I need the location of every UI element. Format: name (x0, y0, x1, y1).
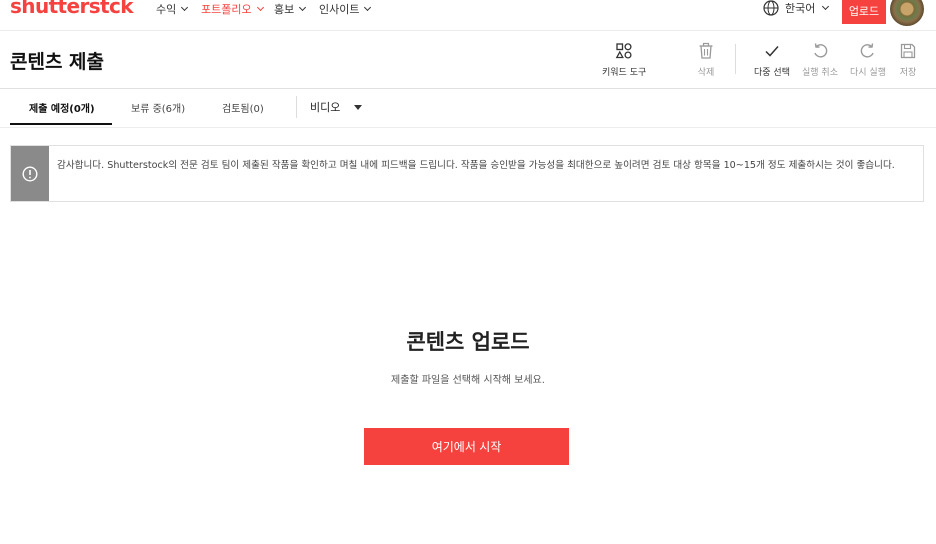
redo-button[interactable]: 다시 실행 (850, 42, 886, 78)
save-label: 저장 (899, 68, 917, 78)
save-icon (900, 43, 916, 59)
chevron-down-icon (299, 3, 307, 12)
delete-button[interactable]: 삭제 (697, 42, 715, 78)
check-icon (765, 46, 779, 57)
upload-button[interactable]: 업로드 (842, 0, 886, 24)
shapes-icon (615, 43, 632, 59)
delete-label: 삭제 (697, 68, 715, 78)
tab-divider (296, 96, 297, 118)
multiselect-button[interactable]: 다중 선택 (754, 42, 790, 78)
save-button[interactable]: 저장 (899, 42, 917, 78)
top-nav: shutterstck 수익 포트폴리오 홍보 인사이트 한국어 업로드 (0, 0, 936, 28)
redo-icon (860, 43, 874, 58)
empty-state-subtitle: 제출할 파일을 선택해 시작해 보세요. (391, 375, 545, 386)
globe-icon (763, 0, 779, 16)
divider (0, 88, 936, 89)
avatar[interactable] (890, 0, 924, 26)
nav-item-portfolio[interactable]: 포트폴리오 (201, 1, 264, 17)
nav-item-label: 홍보 (274, 3, 295, 16)
media-type-value: 비디오 (310, 101, 341, 114)
banner-icon-box (11, 146, 49, 201)
chevron-down-icon (364, 3, 372, 12)
divider (0, 127, 936, 128)
page-title: 콘텐츠 제출 (10, 51, 105, 73)
nav-item-label: 포트폴리오 (201, 3, 252, 16)
language-selector[interactable]: 한국어 (763, 0, 830, 16)
chevron-down-icon (256, 3, 264, 12)
empty-state-title: 콘텐츠 업로드 (406, 330, 530, 354)
active-tab-indicator (10, 123, 112, 125)
trash-icon (699, 42, 713, 59)
undo-button[interactable]: 실행 취소 (802, 42, 838, 78)
nav-item-insights[interactable]: 인사이트 (319, 1, 372, 17)
banner-message: 감사합니다. Shutterstock의 전문 검토 팀이 제출된 작품을 확인… (57, 160, 895, 171)
nav-item-label: 수익 (156, 3, 177, 16)
tab-reviewed[interactable]: 검토됨(0) (222, 100, 264, 115)
start-here-button[interactable]: 여기에서 시작 (364, 428, 569, 465)
media-type-select[interactable]: 비디오 (310, 99, 363, 115)
info-banner: 감사합니다. Shutterstock의 전문 검토 팀이 제출된 작품을 확인… (10, 145, 924, 202)
tab-pending[interactable]: 보류 중(6개) (131, 100, 185, 115)
keyword-tool-button[interactable]: 키워드 도구 (602, 42, 646, 78)
multiselect-label: 다중 선택 (754, 68, 790, 78)
info-alert-icon (22, 165, 38, 182)
nav-item-earnings[interactable]: 수익 (156, 1, 189, 17)
toolbar-divider (735, 44, 736, 74)
caret-down-icon (354, 104, 363, 110)
undo-label: 실행 취소 (802, 68, 838, 78)
tab-to-submit[interactable]: 제출 예정(0개) (29, 100, 95, 115)
language-label: 한국어 (785, 2, 816, 15)
logo[interactable]: shutterstck (10, 0, 134, 18)
divider (0, 30, 936, 31)
nav-item-label: 인사이트 (319, 3, 360, 16)
keyword-tool-label: 키워드 도구 (602, 68, 647, 78)
nav-item-promote[interactable]: 홍보 (274, 1, 307, 17)
chevron-down-icon (181, 3, 189, 12)
chevron-down-icon (822, 2, 830, 11)
redo-label: 다시 실행 (850, 68, 886, 78)
undo-icon (814, 43, 828, 58)
